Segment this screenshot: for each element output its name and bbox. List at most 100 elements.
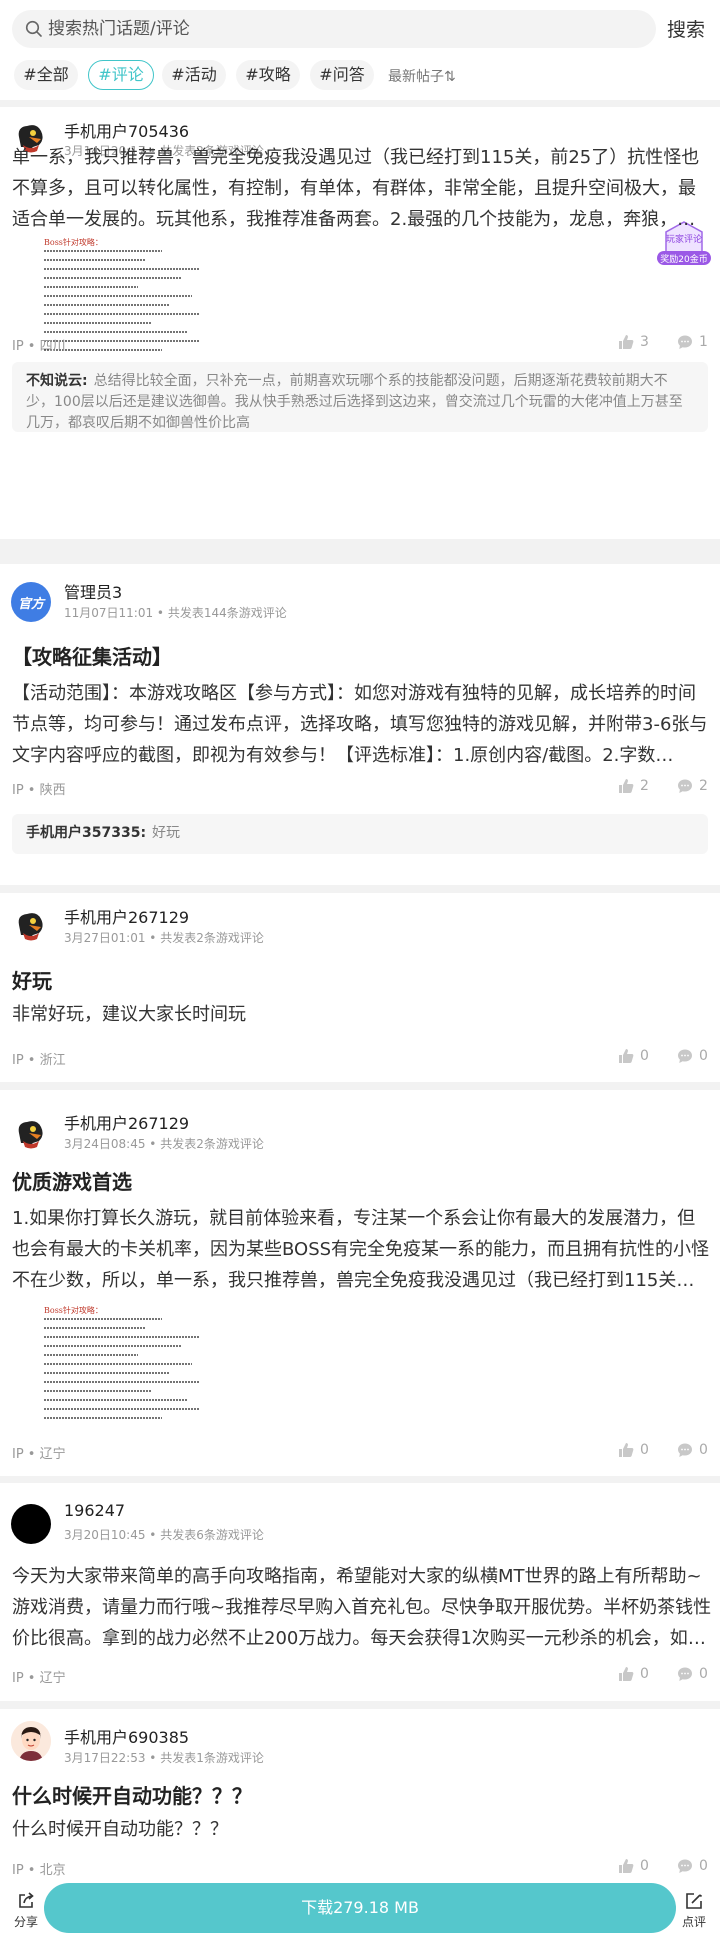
filter-tag-activity[interactable]: #活动 xyxy=(162,60,226,90)
post-body[interactable]: 【活动范围】：本游戏攻略区【参与方式】：如您对游戏有独特的见解，成长培养的时间节… xyxy=(12,678,712,771)
pig-avatar-icon xyxy=(11,905,51,945)
like-button[interactable]: 0 xyxy=(618,1858,649,1874)
thumbs-up-icon xyxy=(619,1859,634,1873)
comment-icon xyxy=(678,335,692,349)
ip-location: IP • 浙江 xyxy=(12,1053,66,1068)
comment-button[interactable]: 0 xyxy=(677,1442,708,1458)
search-icon xyxy=(25,20,42,37)
like-button[interactable]: 0 xyxy=(618,1666,649,1682)
thumbs-up-icon xyxy=(619,779,634,793)
comment-button[interactable]: 0 xyxy=(677,1666,708,1682)
username[interactable]: 手机用户267129 xyxy=(64,1110,189,1134)
thumbs-up-icon xyxy=(619,335,634,349)
comment-button[interactable]: 2 xyxy=(677,778,708,794)
like-button[interactable]: 0 xyxy=(618,1048,649,1064)
post-meta: 3月17日22:53 • 共发表1条游戏评论 xyxy=(64,1751,264,1765)
post-title[interactable]: 【攻略征集活动】 xyxy=(12,641,172,670)
post-body[interactable]: 非常好玩，建议大家长时间玩 xyxy=(12,999,712,1030)
pig-avatar-icon xyxy=(11,1113,51,1153)
username[interactable]: 手机用户690385 xyxy=(64,1724,189,1748)
filter-tag-review[interactable]: #评论 xyxy=(88,60,154,90)
post-meta: 3月20日10:45 • 共发表6条游戏评论 xyxy=(64,1528,264,1542)
document-lines-icon xyxy=(44,250,200,351)
post-title[interactable]: 优质游戏首选 xyxy=(12,1166,132,1195)
post-meta: 11月07日11:01 • 共发表144条游戏评论 xyxy=(64,606,287,620)
ip-location: IP • 辽宁 xyxy=(12,1447,66,1462)
comment-icon xyxy=(678,1049,692,1063)
avatar[interactable] xyxy=(11,1721,51,1761)
comment-button[interactable]: 0 xyxy=(677,1858,708,1874)
like-button[interactable]: 3 xyxy=(618,334,649,350)
post-card[interactable]: 196247 3月20日10:45 • 共发表6条游戏评论 今天为大家带来简单的… xyxy=(0,1483,720,1701)
reply-username[interactable]: 手机用户357335: xyxy=(26,825,146,841)
filter-tag-all[interactable]: #全部 xyxy=(14,60,78,90)
post-body[interactable]: 1.如果你打算长久游玩，就目前体验来看，专注某一个系会让你有最大的发展潜力，但也… xyxy=(12,1203,712,1296)
thumbs-up-icon xyxy=(619,1049,634,1063)
like-button[interactable]: 0 xyxy=(618,1442,649,1458)
share-button[interactable]: 分享 xyxy=(8,1891,44,1930)
username[interactable]: 196247 xyxy=(64,1501,125,1520)
review-button[interactable]: 点评 xyxy=(676,1891,712,1930)
share-label: 分享 xyxy=(13,1915,38,1929)
comment-count: 1 xyxy=(699,334,708,350)
comment-icon xyxy=(678,1443,692,1457)
reply-preview[interactable]: 不知说云: 总结得比较全面，只补充一点，前期喜欢玩哪个系的技能都没问题，后期逐渐花… xyxy=(12,362,708,432)
search-button[interactable]: 搜索 xyxy=(667,15,705,42)
comment-count: 0 xyxy=(699,1442,708,1458)
share-icon xyxy=(19,1892,34,1908)
thumbs-up-icon xyxy=(619,1667,634,1681)
reply-username[interactable]: 不知说云: xyxy=(26,373,88,389)
like-count: 0 xyxy=(640,1858,649,1874)
post-meta: 3月24日08:45 • 共发表2条游戏评论 xyxy=(64,1137,264,1151)
official-avatar[interactable]: 官方 xyxy=(11,582,51,622)
reply-text: 好玩 xyxy=(152,825,181,841)
comment-icon xyxy=(678,779,692,793)
avatar[interactable] xyxy=(11,1504,51,1544)
official-label: 官方 xyxy=(17,597,44,612)
post-card[interactable]: 手机用户705436 3月14日20:17 • 共发表2条游戏评论 玩家评论 奖… xyxy=(0,107,720,539)
thumbs-up-icon xyxy=(619,1443,634,1457)
bottom-bar: 分享 下载279.18 MB 点评 xyxy=(0,1877,720,1937)
download-button[interactable]: 下载279.18 MB xyxy=(44,1883,676,1933)
post-meta: 3月27日01:01 • 共发表2条游戏评论 xyxy=(64,931,264,945)
comment-icon xyxy=(678,1667,692,1681)
like-count: 0 xyxy=(640,1666,649,1682)
like-count: 0 xyxy=(640,1048,649,1064)
username[interactable]: 手机用户267129 xyxy=(64,904,189,928)
comment-count: 0 xyxy=(699,1858,708,1874)
post-title[interactable]: 好玩 xyxy=(12,965,52,994)
post-card[interactable]: 手机用户267129 3月27日01:01 • 共发表2条游戏评论 好玩 非常好… xyxy=(0,893,720,1082)
review-label: 点评 xyxy=(681,1915,706,1929)
avatar[interactable] xyxy=(11,905,51,945)
edit-icon xyxy=(686,1893,703,1909)
reply-text: 总结得比较全面，只补充一点，前期喜欢玩哪个系的技能都没问题，后期逐渐花费较前期大… xyxy=(26,373,683,431)
reply-preview[interactable]: 手机用户357335: 好玩 xyxy=(12,814,708,854)
filter-tag-guide[interactable]: #攻略 xyxy=(236,60,300,90)
ip-location: IP • 四川 xyxy=(12,339,66,354)
post-body[interactable]: 今天为大家带来简单的高手向攻略指南，希望能对大家的纵横MT世界的路上有所帮助~游… xyxy=(12,1561,712,1654)
like-count: 3 xyxy=(640,334,649,350)
username[interactable]: 手机用户705436 xyxy=(64,118,189,142)
post-body[interactable]: 什么时候开自动功能？？？ xyxy=(12,1814,712,1845)
sort-latest[interactable]: 最新帖子⇅ xyxy=(388,66,456,86)
post-card[interactable]: 手机用户690385 3月17日22:53 • 共发表1条游戏评论 什么时候开自… xyxy=(0,1709,720,1878)
comment-button[interactable]: 0 xyxy=(677,1048,708,1064)
post-card[interactable]: 手机用户267129 3月24日08:45 • 共发表2条游戏评论 优质游戏首选… xyxy=(0,1090,720,1476)
post-image[interactable]: Boss针对攻略： xyxy=(42,235,204,361)
boy-avatar-icon xyxy=(11,1721,51,1761)
post-card[interactable]: 官方 管理员3 11月07日11:01 • 共发表144条游戏评论 【攻略征集活… xyxy=(0,564,720,885)
search-box[interactable] xyxy=(12,10,656,48)
post-body[interactable]: 单一系，我只推荐兽，兽完全免疫我没遇见过（我已经打到115关，前25了）抗性怪也… xyxy=(12,142,712,235)
like-button[interactable]: 2 xyxy=(618,778,649,794)
username[interactable]: 管理员3 xyxy=(64,579,122,603)
comment-count: 0 xyxy=(699,1666,708,1682)
comment-icon xyxy=(678,1859,692,1873)
post-image[interactable]: Boss针对攻略： xyxy=(42,1303,204,1429)
filter-tag-qa[interactable]: #问答 xyxy=(310,60,374,90)
document-lines-icon xyxy=(44,1318,200,1419)
ip-location: IP • 北京 xyxy=(12,1863,66,1878)
avatar[interactable] xyxy=(11,1113,51,1153)
post-title[interactable]: 什么时候开自动功能？？？ xyxy=(12,1780,252,1809)
comment-button[interactable]: 1 xyxy=(677,334,708,350)
search-input[interactable] xyxy=(48,10,638,48)
